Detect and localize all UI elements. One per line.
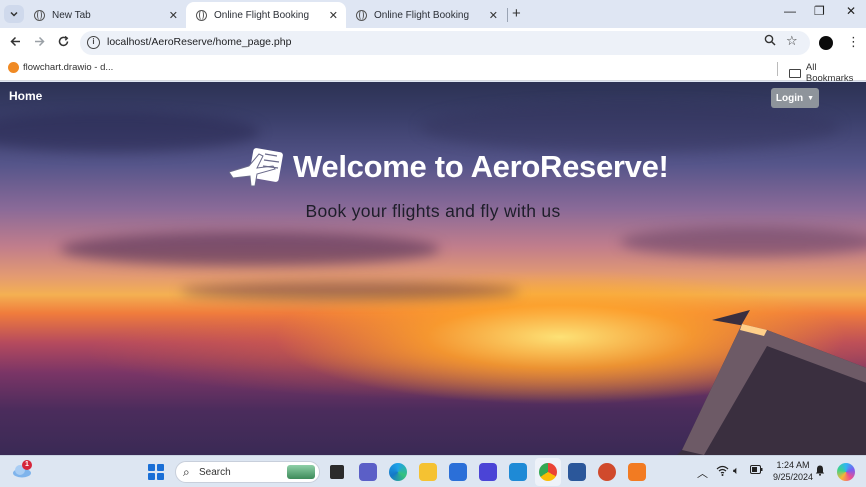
folder-icon	[789, 68, 801, 78]
notification-bell-icon[interactable]	[815, 465, 825, 479]
hero-heading: Welcome to AeroReserve!	[229, 146, 669, 188]
more-menu-icon[interactable]: ⋮	[847, 34, 860, 50]
airplane-ticket-icon	[229, 148, 283, 187]
browser-toolbar: i localhost/AeroReserve/home_page.php ☆ …	[0, 28, 866, 58]
vscode-icon[interactable]	[509, 463, 527, 481]
bookmark-label: flowchart.drawio - d...	[23, 62, 114, 73]
login-label: Login	[775, 92, 804, 104]
wifi-icon[interactable]	[716, 465, 729, 479]
clock-date: 9/25/2024	[772, 472, 814, 482]
tab-close-button[interactable]: ✕	[329, 9, 338, 22]
volume-icon[interactable]: 🔈︎	[733, 465, 740, 478]
tab-label: Online Flight Booking	[214, 9, 310, 21]
bookmark-flowchart[interactable]: flowchart.drawio - d...	[8, 62, 113, 73]
cloud-shape	[180, 282, 520, 300]
xampp-icon[interactable]	[628, 463, 646, 481]
close-window-button[interactable]: ✕	[846, 4, 856, 18]
zoom-icon[interactable]	[764, 34, 776, 49]
nav-home-link[interactable]: Home	[9, 89, 42, 103]
all-bookmarks-label: All Bookmarks	[805, 62, 854, 84]
system-clock[interactable]: 1:24 AM 9/25/2024	[770, 459, 816, 483]
tab-close-button[interactable]: ✕	[489, 9, 498, 22]
drawio-icon	[8, 62, 19, 73]
minimize-button[interactable]: —	[784, 4, 796, 18]
search-label: Search	[199, 467, 231, 478]
vscode-alt-icon[interactable]	[479, 463, 497, 481]
globe-icon	[34, 9, 45, 21]
tab-online-flight-booking-active[interactable]: Online Flight Booking ✕	[186, 2, 346, 28]
restore-button[interactable]: ❐	[814, 4, 825, 18]
tab-online-flight-booking[interactable]: Online Flight Booking ✕	[346, 2, 506, 28]
all-bookmarks-button[interactable]: All Bookmarks	[789, 62, 866, 84]
tab-divider	[507, 8, 508, 22]
cloud-shape	[0, 112, 260, 152]
notification-badge: 1	[22, 460, 32, 470]
search-highlight-image	[287, 465, 315, 479]
tab-label: Online Flight Booking	[374, 9, 470, 21]
new-tab-button[interactable]: +	[512, 5, 521, 22]
reload-icon	[58, 35, 69, 47]
arrow-left-icon	[10, 36, 20, 47]
cloud-shape	[620, 227, 866, 257]
globe-icon	[356, 9, 367, 21]
profile-avatar[interactable]	[819, 36, 833, 50]
bookmarks-bar: flowchart.drawio - d... All Bookmarks	[0, 58, 866, 84]
search-icon: ⌕	[183, 465, 190, 479]
back-button[interactable]	[9, 35, 22, 51]
chrome-icon[interactable]	[539, 463, 557, 481]
tab-strip: New Tab ✕ Online Flight Booking ✕ Online…	[0, 0, 866, 28]
edge-icon[interactable]	[389, 463, 407, 481]
airplane-wing	[677, 310, 866, 455]
powerpoint-icon[interactable]	[598, 463, 616, 481]
tab-search-button[interactable]	[4, 5, 24, 23]
teams-icon[interactable]	[359, 463, 377, 481]
site-info-icon[interactable]: i	[87, 36, 100, 49]
bookmark-star-icon[interactable]: ☆	[786, 33, 798, 49]
copilot-icon[interactable]	[837, 463, 855, 481]
address-bar[interactable]: i localhost/AeroReserve/home_page.php ☆	[80, 31, 810, 55]
cloud-shape	[60, 232, 440, 266]
clock-time: 1:24 AM	[776, 460, 810, 470]
taskbar-search-box[interactable]: ⌕ Search	[175, 461, 320, 483]
battery-icon[interactable]	[750, 465, 763, 477]
tab-new-tab[interactable]: New Tab ✕	[24, 2, 186, 28]
url-text: localhost/AeroReserve/home_page.php	[107, 36, 292, 48]
store-icon[interactable]	[449, 463, 467, 481]
bookmarks-divider	[777, 62, 778, 76]
chevron-up-icon[interactable]: ︿	[697, 465, 708, 481]
globe-icon	[196, 9, 207, 21]
caret-down-icon: ▼	[807, 94, 815, 102]
file-explorer-icon[interactable]	[419, 463, 437, 481]
chevron-down-icon	[10, 11, 18, 17]
cloud-shape	[420, 102, 840, 152]
reload-button[interactable]	[57, 35, 70, 51]
forward-button[interactable]	[33, 35, 46, 51]
hero-background: Home Login ▼ Welcome to AeroReserve! Boo…	[0, 82, 866, 455]
hero-subtitle: Book your flights and fly with us	[305, 201, 561, 221]
tab-label: New Tab	[52, 9, 91, 21]
task-view-icon[interactable]	[330, 465, 344, 479]
tab-close-button[interactable]: ✕	[169, 9, 178, 22]
word-icon[interactable]	[568, 463, 586, 481]
login-dropdown-button[interactable]: Login ▼	[771, 88, 819, 108]
windows-taskbar: 1 ⌕ Search ︿ 🔈︎ 1:24 AM 9/25/2024	[0, 455, 866, 487]
hero-title: Welcome to AeroReserve!	[293, 149, 669, 184]
arrow-right-icon	[35, 36, 45, 47]
windows-start-button[interactable]	[148, 464, 164, 480]
